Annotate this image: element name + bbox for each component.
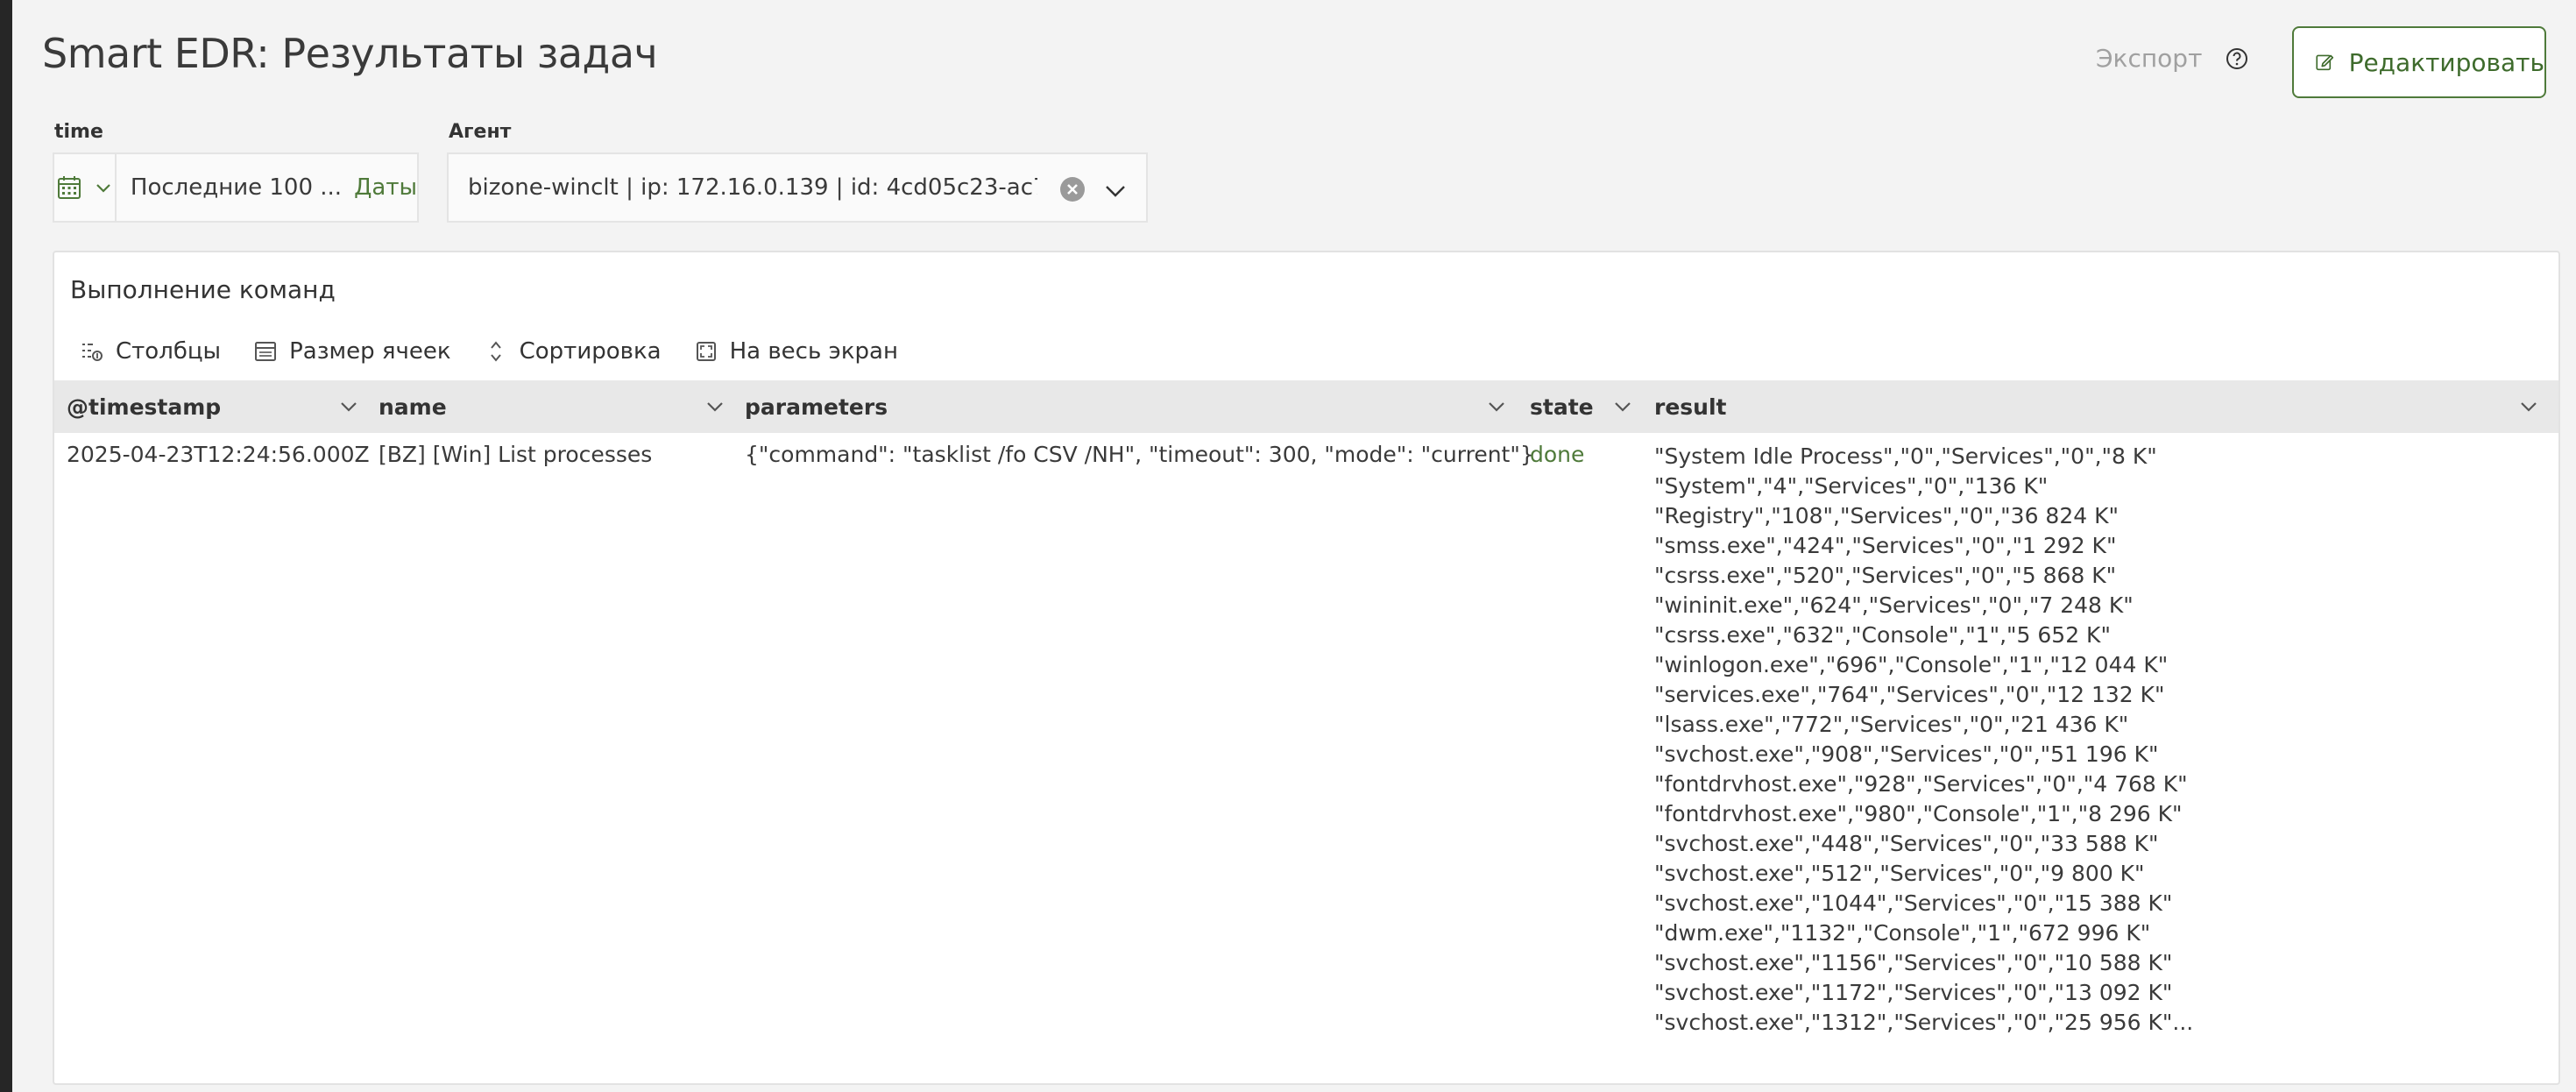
result-line: "svchost.exe","1172","Services","0","13 …: [1654, 980, 2173, 1005]
fullscreen-label: На весь экран: [729, 338, 898, 365]
cell-state: done: [1530, 442, 1585, 467]
agent-select-value: bizone-winclt | ip: 172.16.0.139 | id: 4…: [468, 174, 1037, 201]
result-line: "csrss.exe","520","Services","0","5 868 …: [1654, 563, 2117, 588]
column-header-state[interactable]: state: [1530, 380, 1594, 433]
fullscreen-button[interactable]: На весь экран: [695, 338, 898, 365]
result-line: "System","4","Services","0","136 K": [1654, 473, 2049, 499]
left-edge-bar: [0, 0, 12, 1092]
cell-size-button[interactable]: Размер ячеек: [254, 338, 451, 365]
panel-title: Выполнение команд: [70, 275, 336, 304]
edit-button-label: Редактировать: [2348, 47, 2544, 77]
result-line: "winlogon.exe","696","Console","1","12 0…: [1654, 652, 2169, 677]
dates-link[interactable]: Даты: [354, 174, 417, 201]
calendar-icon: [58, 176, 81, 199]
cell-parameters: {"command": "tasklist /fo CSV /NH", "tim…: [745, 442, 1534, 467]
result-line: "services.exe","764","Services","0","12 …: [1654, 682, 2165, 707]
result-line: "svchost.exe","908","Services","0","51 1…: [1654, 741, 2159, 767]
command-execution-panel: Выполнение команд Столбцы Размер ячеек С…: [53, 251, 2560, 1085]
chevron-down-icon: [96, 184, 111, 193]
result-line: "smss.exe","424","Services","0","1 292 K…: [1654, 533, 2117, 558]
column-header-timestamp[interactable]: @timestamp: [67, 380, 221, 433]
chevron-down-icon[interactable]: [1104, 179, 1127, 202]
column-header-name[interactable]: name: [379, 380, 447, 433]
result-line: "svchost.exe","1044","Services","0","15 …: [1654, 890, 2173, 916]
result-line: "fontdrvhost.exe","980","Console","1","8…: [1654, 801, 2183, 826]
columns-label: Столбцы: [116, 338, 222, 365]
cell-size-label: Размер ячеек: [289, 338, 451, 365]
chevron-down-icon[interactable]: [2518, 396, 2539, 417]
cell-result: "System Idle Process","0","Services","0"…: [1654, 442, 2193, 1038]
help-icon[interactable]: [2225, 46, 2249, 71]
time-filter: Последние 100 ... Даты: [53, 152, 419, 223]
sort-label: Сортировка: [519, 338, 662, 365]
time-filter-label: time: [54, 121, 103, 143]
result-line: "svchost.exe","1156","Services","0","10 …: [1654, 950, 2173, 975]
chevron-down-icon[interactable]: [1612, 396, 1633, 417]
sort-icon: [490, 341, 501, 362]
date-quick-menu-button[interactable]: [54, 154, 117, 221]
columns-button[interactable]: Столбцы: [81, 338, 221, 365]
chevron-down-icon[interactable]: [1486, 396, 1507, 417]
cell-timestamp: 2025-04-23T12:24:56.000Z: [67, 442, 370, 467]
time-range-value: Последние 100 ...: [130, 174, 343, 201]
result-line: "Registry","108","Services","0","36 824 …: [1654, 503, 2119, 528]
result-line: "wininit.exe","624","Services","0","7 24…: [1654, 592, 2134, 618]
page-header: Smart EDR: Результаты задач Экспорт Реда…: [40, 26, 2564, 98]
agent-filter-label: Агент: [449, 121, 512, 143]
edit-icon: [2316, 54, 2334, 71]
sort-button[interactable]: Сортировка: [485, 338, 662, 365]
edit-button[interactable]: Редактировать: [2292, 26, 2546, 98]
page: Smart EDR: Результаты задач Экспорт Реда…: [12, 0, 2576, 1092]
chevron-down-icon[interactable]: [704, 396, 725, 417]
columns-icon: [82, 344, 103, 361]
result-line: "svchost.exe","1312","Services","0","25 …: [1654, 1010, 2194, 1035]
result-line: "csrss.exe","632","Console","1","5 652 K…: [1654, 622, 2111, 648]
fullscreen-icon: [696, 342, 716, 361]
agent-select[interactable]: bizone-winclt | ip: 172.16.0.139 | id: 4…: [447, 152, 1148, 223]
result-line: "System Idle Process","0","Services","0"…: [1654, 443, 2157, 469]
grid-toolbar: Столбцы Размер ячеек Сортировка На весь …: [81, 338, 898, 365]
result-line: "lsass.exe","772","Services","0","21 436…: [1654, 712, 2129, 737]
cell-name: [BZ] [Win] List processes: [379, 442, 653, 467]
grid-header-row: @timestamp name parameters state result: [54, 380, 2558, 433]
clear-icon[interactable]: [1058, 175, 1086, 203]
result-line: "svchost.exe","448","Services","0","33 5…: [1654, 831, 2159, 856]
table-density-icon: [255, 342, 277, 361]
page-title: Smart EDR: Результаты задач: [42, 30, 658, 77]
column-header-parameters[interactable]: parameters: [745, 380, 888, 433]
column-header-result[interactable]: result: [1654, 380, 1726, 433]
result-line: "svchost.exe","512","Services","0","9 80…: [1654, 861, 2145, 886]
result-line: "dwm.exe","1132","Console","1","672 996 …: [1654, 920, 2151, 946]
chevron-down-icon[interactable]: [338, 396, 359, 417]
result-line: "fontdrvhost.exe","928","Services","0","…: [1654, 771, 2188, 797]
export-button[interactable]: Экспорт: [2096, 44, 2202, 73]
time-range-display[interactable]: Последние 100 ... Даты: [117, 154, 417, 221]
